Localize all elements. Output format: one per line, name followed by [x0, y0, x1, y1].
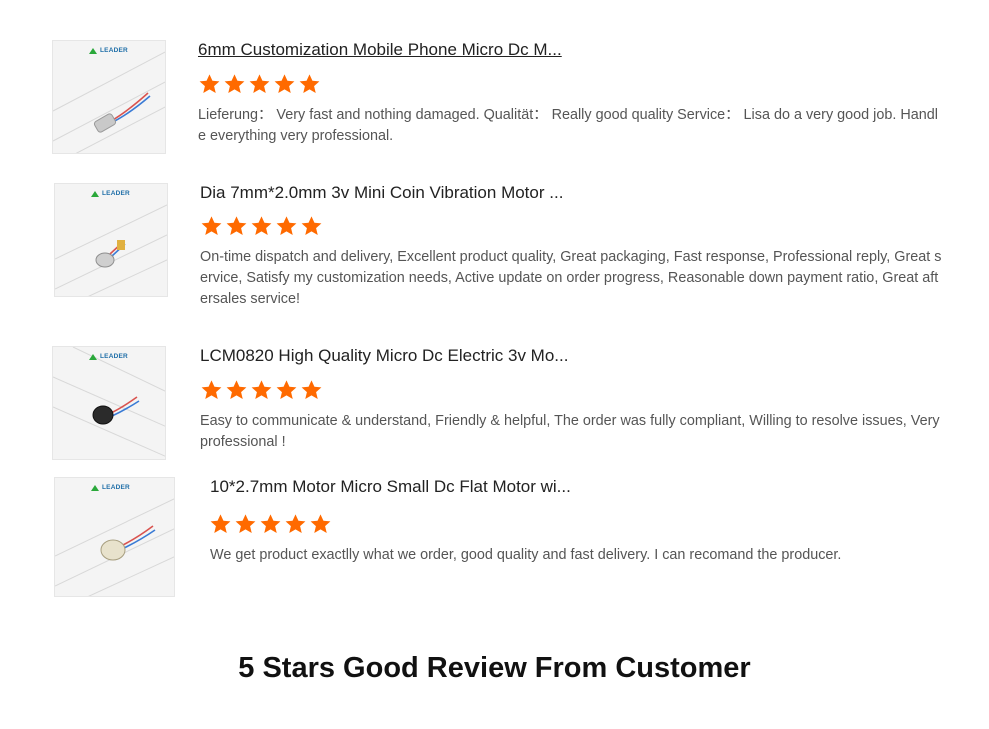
star-icon	[260, 514, 281, 533]
star-icon	[249, 74, 270, 93]
brand-logo: LEADER	[91, 190, 130, 197]
review-text: Lieferung： Very fast and nothing damaged…	[198, 107, 938, 144]
star-rating	[209, 513, 332, 535]
star-icon	[285, 514, 306, 533]
star-icon	[299, 74, 320, 93]
product-title-link[interactable]: LCM0820 High Quality Micro Dc Electric 3…	[200, 346, 568, 366]
star-icon	[274, 74, 295, 93]
star-icon	[201, 216, 222, 235]
star-icon	[201, 380, 222, 399]
product-thumbnail[interactable]: LEADER	[52, 40, 166, 154]
star-icon	[251, 380, 272, 399]
star-icon	[226, 380, 247, 399]
cylinder-motor-image	[53, 51, 165, 153]
product-title-link[interactable]: 6mm Customization Mobile Phone Micro Dc …	[198, 40, 562, 60]
star-icon	[310, 514, 331, 533]
brand-logo: LEADER	[89, 47, 128, 54]
product-title-link[interactable]: 10*2.7mm Motor Micro Small Dc Flat Motor…	[210, 477, 571, 497]
product-title-link[interactable]: Dia 7mm*2.0mm 3v Mini Coin Vibration Mot…	[200, 183, 563, 203]
brand-logo: LEADER	[89, 353, 128, 360]
product-thumbnail[interactable]: LEADER	[54, 477, 175, 597]
star-rating	[200, 215, 323, 237]
star-icon	[251, 216, 272, 235]
star-icon	[224, 74, 245, 93]
star-icon	[276, 380, 297, 399]
star-icon	[210, 514, 231, 533]
star-icon	[235, 514, 256, 533]
coin-motor-image	[55, 204, 167, 296]
star-rating	[198, 73, 321, 95]
star-icon	[199, 74, 220, 93]
review-text: On-time dispatch and delivery, Excellent…	[200, 249, 942, 307]
review-text: We get product exactlly what we order, g…	[210, 547, 842, 563]
star-icon	[226, 216, 247, 235]
star-icon	[301, 380, 322, 399]
flat-motor-image	[55, 498, 174, 596]
product-thumbnail[interactable]: LEADER	[52, 346, 166, 460]
brand-logo: LEADER	[91, 484, 130, 491]
star-icon	[301, 216, 322, 235]
coin-motor-black-image	[53, 347, 165, 457]
star-icon	[276, 216, 297, 235]
page-caption: 5 Stars Good Review From Customer	[238, 652, 751, 684]
review-text: Easy to communicate & understand, Friend…	[200, 413, 940, 450]
star-rating	[200, 379, 323, 401]
product-thumbnail[interactable]: LEADER	[54, 183, 168, 297]
